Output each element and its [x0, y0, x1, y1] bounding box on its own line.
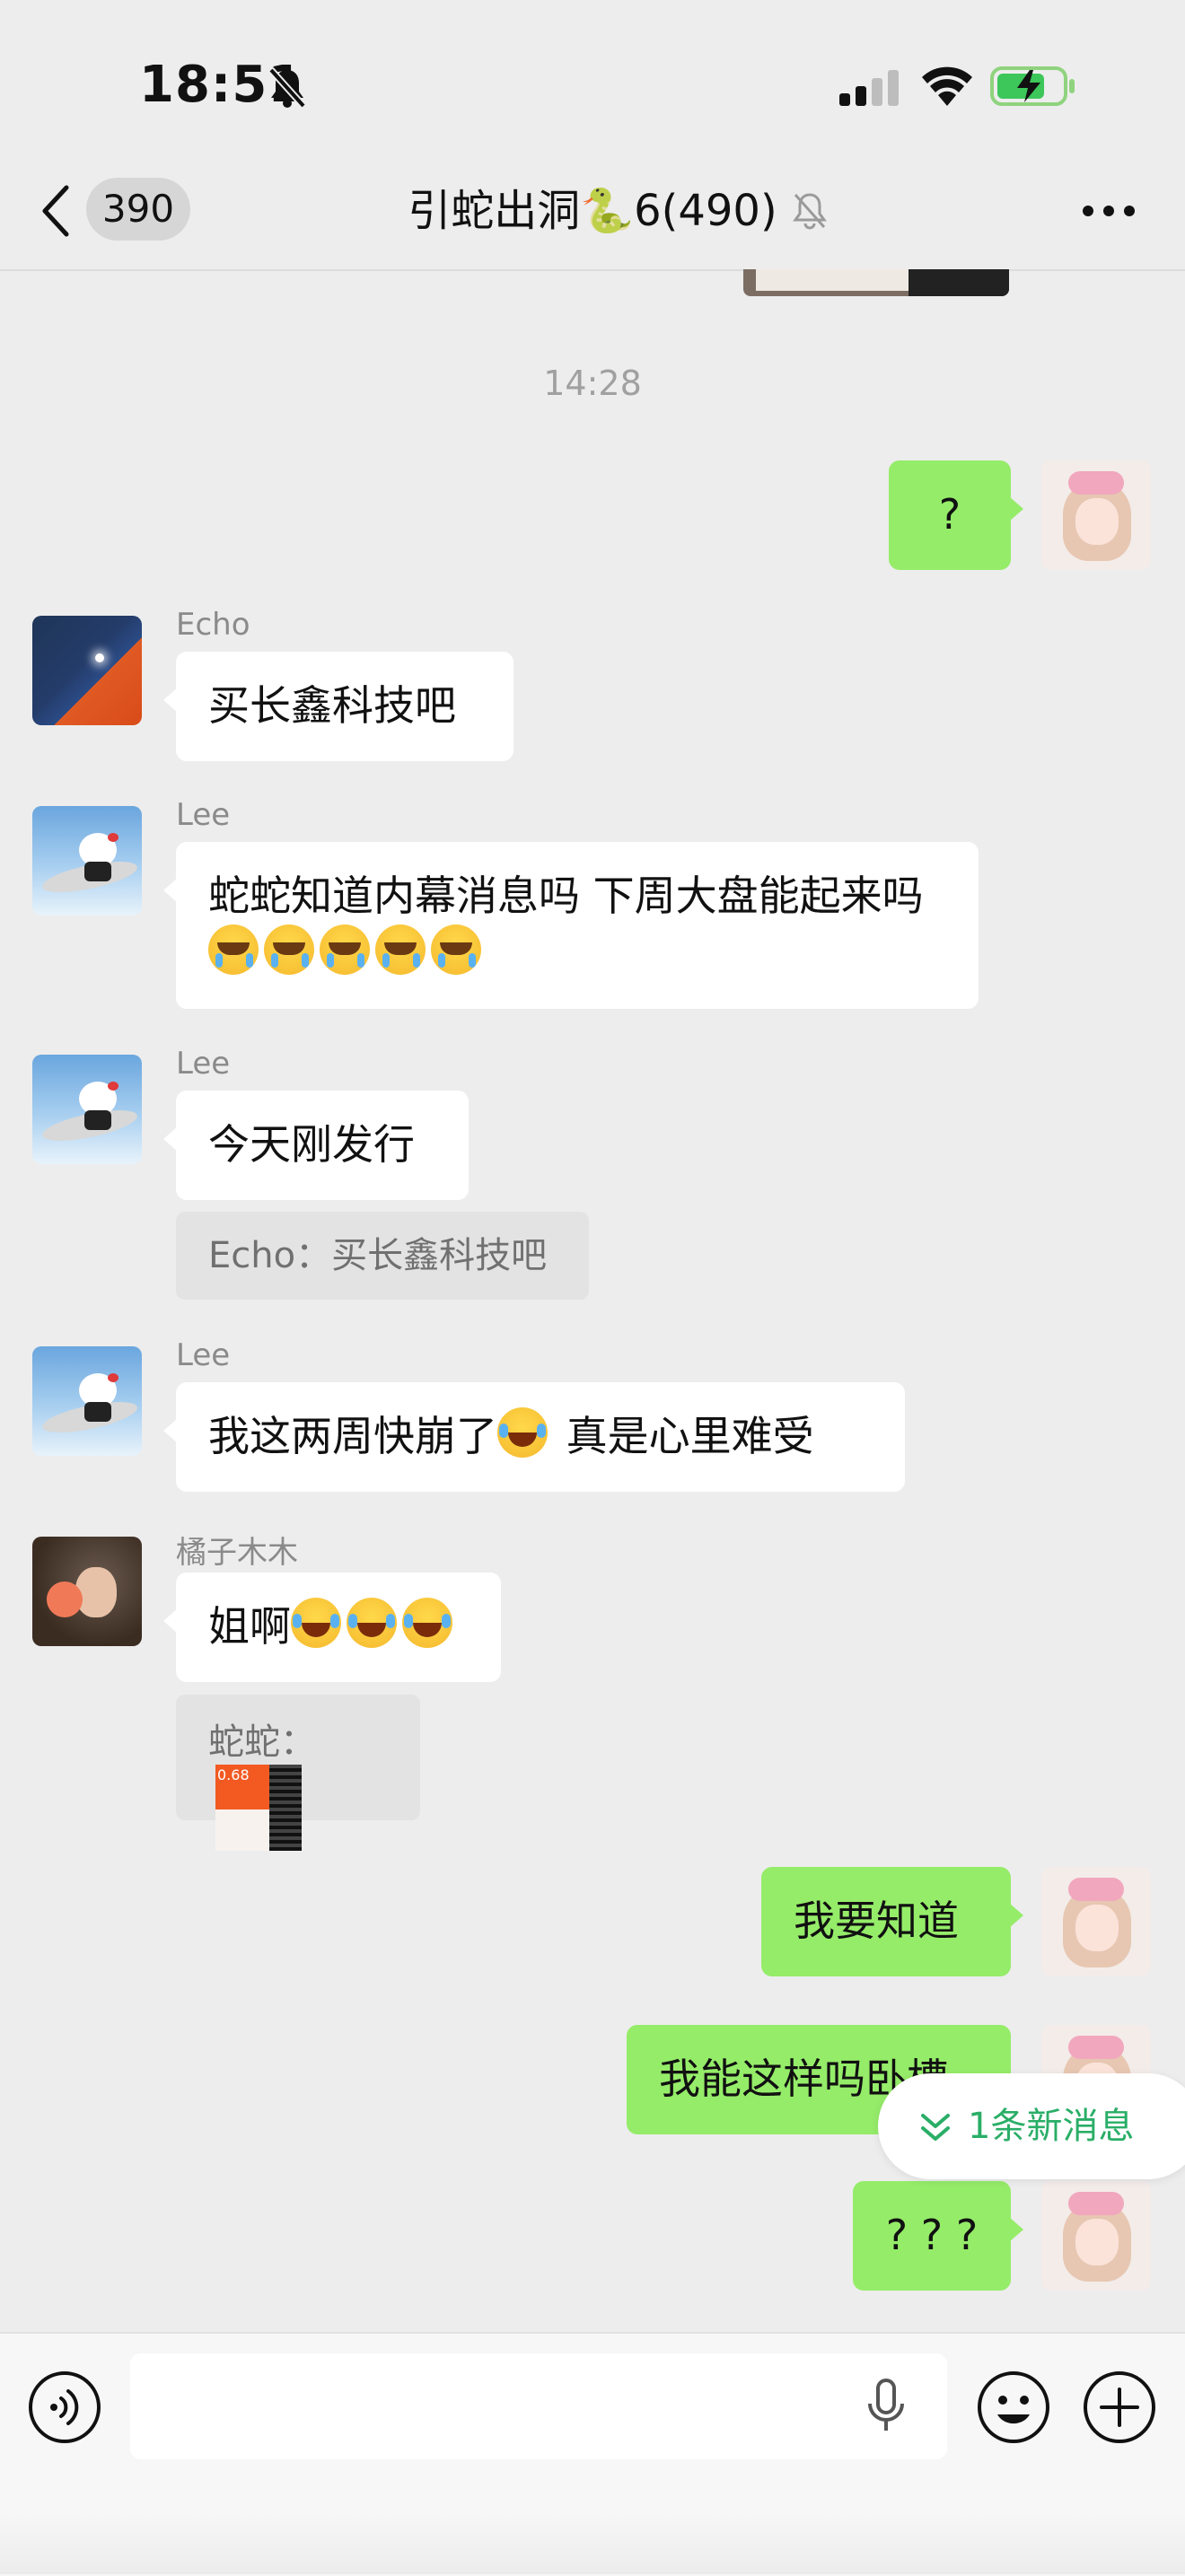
- tears-of-joy-emoji-icon: [291, 1598, 341, 1648]
- muted-bell-icon: [793, 193, 827, 230]
- message-text: 今天刚发行: [208, 1120, 415, 1169]
- message-input[interactable]: [130, 2353, 947, 2459]
- message-text: 真是心里难受: [553, 1412, 814, 1460]
- crying-emoji-icon: [264, 924, 314, 975]
- avatar-lee[interactable]: [32, 1055, 142, 1164]
- incoming-message[interactable]: 今天刚发行: [163, 1091, 469, 1200]
- message-text: ? ? ?: [885, 2211, 979, 2259]
- my-avatar[interactable]: [1041, 1867, 1151, 1976]
- avatar-lee[interactable]: [32, 1346, 142, 1456]
- incoming-message[interactable]: 买长鑫科技吧: [163, 652, 514, 761]
- crying-emoji-icon: [431, 924, 481, 975]
- microphone-icon[interactable]: [866, 2379, 906, 2434]
- tears-of-joy-emoji-icon: [497, 1407, 548, 1458]
- quoted-reply[interactable]: Echo：买长鑫科技吧: [176, 1212, 589, 1300]
- message-text: 我要知道: [794, 1897, 959, 1945]
- emoji-picker-icon[interactable]: [976, 2370, 1051, 2445]
- sender-name: 橘子木木: [176, 1535, 298, 1571]
- thumbnail-number: 0.68: [217, 1766, 250, 1783]
- previous-image-thumbnail[interactable]: [743, 269, 1009, 296]
- sender-name: Lee: [176, 1337, 231, 1373]
- outgoing-message[interactable]: ? ? ?: [853, 2181, 1023, 2291]
- voice-input-icon[interactable]: [27, 2370, 102, 2445]
- new-messages-label: 1条新消息: [968, 2106, 1135, 2147]
- new-messages-button[interactable]: 1条新消息: [878, 2073, 1185, 2179]
- sender-name: Lee: [176, 1046, 231, 1082]
- message-text: 我这两周快崩了: [208, 1412, 497, 1460]
- message-text: 姐啊: [208, 1602, 291, 1651]
- my-avatar[interactable]: [1041, 460, 1151, 570]
- chat-title: 引蛇出洞🐍6(490): [408, 186, 777, 236]
- sender-name: Lee: [176, 797, 231, 833]
- incoming-message[interactable]: 我这两周快崩了 真是心里难受: [163, 1382, 905, 1492]
- outgoing-message[interactable]: 我要知道: [761, 1867, 1023, 1976]
- crying-emoji-icon: [375, 924, 426, 975]
- my-avatar[interactable]: [1041, 2181, 1151, 2291]
- avatar-lee[interactable]: [32, 806, 142, 916]
- message-text: 买长鑫科技吧: [208, 681, 456, 730]
- outgoing-message[interactable]: ?: [889, 460, 1023, 570]
- cellular-signal-icon: [839, 70, 899, 106]
- more-actions-plus-icon[interactable]: [1082, 2370, 1157, 2445]
- tears-of-joy-emoji-icon: [402, 1598, 452, 1648]
- more-options-icon[interactable]: [1082, 205, 1136, 217]
- incoming-message[interactable]: 姐啊: [163, 1573, 501, 1682]
- double-chevron-down-icon: [921, 2114, 950, 2141]
- crying-emoji-icon: [320, 924, 370, 975]
- battery-charging-icon: [990, 66, 1075, 106]
- wifi-icon: [922, 66, 972, 106]
- home-indicator-area: [0, 2513, 1185, 2574]
- sender-name: Echo: [176, 607, 250, 643]
- message-timestamp: 14:28: [543, 364, 642, 403]
- quote-text: 蛇蛇：: [208, 1722, 316, 1763]
- avatar-echo[interactable]: [32, 616, 142, 725]
- tears-of-joy-emoji-icon: [347, 1598, 397, 1648]
- message-text: ?: [938, 490, 961, 539]
- quoted-image-thumbnail: 0.68: [215, 1765, 302, 1851]
- crying-emoji-icon: [208, 924, 259, 975]
- incoming-message[interactable]: 蛇蛇知道内幕消息吗 下周大盘能起来吗: [163, 842, 979, 1009]
- message-text: 蛇蛇知道内幕消息吗 下周大盘能起来吗: [208, 872, 924, 920]
- quoted-reply[interactable]: 蛇蛇： 0.68: [176, 1695, 420, 1851]
- avatar-juzimumu[interactable]: [32, 1537, 142, 1646]
- silent-mode-icon: [268, 67, 306, 109]
